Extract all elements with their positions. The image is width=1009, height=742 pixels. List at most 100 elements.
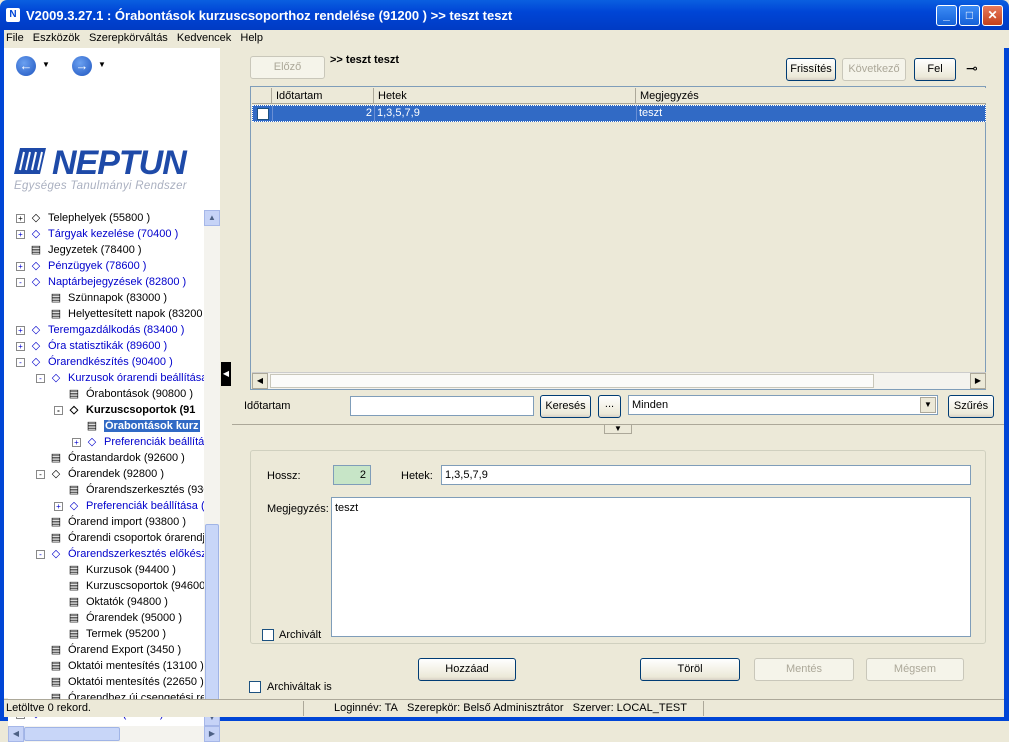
- close-button[interactable]: ✕: [982, 5, 1003, 26]
- tree-horizontal-scrollbar[interactable]: ◀ ▶: [8, 726, 220, 742]
- refresh-button[interactable]: Frissítés: [786, 58, 836, 81]
- forward-dropdown-icon[interactable]: ▼: [98, 60, 106, 69]
- filter-input[interactable]: [350, 396, 534, 416]
- menu-file[interactable]: File: [4, 30, 28, 44]
- tree-item[interactable]: ▤ Kurzusok (94400 ): [54, 562, 176, 578]
- column-header-select[interactable]: [252, 88, 272, 104]
- collapse-left-icon[interactable]: ◀: [221, 362, 231, 386]
- tree-item[interactable]: + ◇ Preferenciák beállítása (: [54, 498, 204, 514]
- add-button[interactable]: Hozzáad: [418, 658, 516, 681]
- collapse-icon[interactable]: -: [54, 405, 63, 415]
- tree-item[interactable]: + ◇ Telephelyek (55800 ): [16, 210, 150, 226]
- menu-kedvencek[interactable]: Kedvencek: [175, 30, 235, 44]
- menu-help[interactable]: Help: [238, 30, 267, 44]
- tree-item[interactable]: ▤ Órarend import (93800 ): [36, 514, 186, 530]
- expand-icon[interactable]: +: [16, 261, 25, 271]
- up-button[interactable]: Fel: [914, 58, 956, 81]
- collapse-icon[interactable]: -: [16, 277, 25, 287]
- maximize-button[interactable]: □: [959, 5, 980, 26]
- tree-item[interactable]: ▤ Órarendi csoportok órarendje: [36, 530, 204, 546]
- tree-item[interactable]: + ◇ Preferenciák beállítá: [72, 434, 204, 450]
- column-header-hetek[interactable]: Hetek: [374, 88, 636, 104]
- tree-item[interactable]: + ◇ Pénzügyek (78600 ): [16, 258, 146, 274]
- tree-item[interactable]: + ◇ Tárgyak kezelése (70400 ): [16, 226, 178, 242]
- archived-filter-checkbox[interactable]: [249, 681, 261, 693]
- scroll-thumb[interactable]: [270, 374, 874, 388]
- menu-szerepkorvaltas[interactable]: Szerepkörváltás: [87, 30, 172, 44]
- expand-icon[interactable]: +: [16, 213, 25, 223]
- back-arrow-icon[interactable]: ←: [16, 56, 36, 76]
- tree-item[interactable]: - ◇ Órarendkészítés (90400 ): [16, 354, 173, 370]
- scroll-left-icon[interactable]: ◀: [8, 726, 24, 742]
- collapse-icon[interactable]: -: [36, 373, 45, 383]
- minimize-button[interactable]: _: [936, 5, 957, 26]
- scroll-thumb[interactable]: [205, 524, 219, 712]
- menu-eszkozok[interactable]: Eszközök: [31, 30, 84, 44]
- next-button[interactable]: Következő: [842, 58, 906, 81]
- filter-combo[interactable]: Minden ▼: [628, 395, 938, 415]
- tree-item[interactable]: ▤ Jegyzetek (78400 ): [16, 242, 142, 258]
- forward-arrow-icon[interactable]: →: [72, 56, 92, 76]
- expand-icon[interactable]: +: [72, 437, 81, 447]
- tree-item[interactable]: - ◇ Órarendszerkesztés előkészí: [36, 546, 204, 562]
- collapse-icon[interactable]: -: [36, 549, 45, 559]
- scroll-left-icon[interactable]: ◀: [252, 373, 268, 389]
- tree-item[interactable]: + ◇ Óra statisztikák (89600 ): [16, 338, 167, 354]
- expand-icon[interactable]: +: [16, 325, 25, 335]
- prev-button[interactable]: Előző: [250, 56, 325, 79]
- tree-item[interactable]: ▤ Órarend Export (3450 ): [36, 642, 181, 658]
- tree-item[interactable]: ▤ Szünnapok (83000 ): [36, 290, 167, 306]
- title-bar[interactable]: N V2009.3.27.1 : Órabontások kurzuscsopo…: [0, 0, 1009, 30]
- table-row[interactable]: 2 1,3,5,7,9 teszt: [252, 105, 986, 122]
- tree-item[interactable]: ▤ Órarendszerkesztés (930: [54, 482, 204, 498]
- scroll-right-icon[interactable]: ▶: [204, 726, 220, 742]
- collapse-icon[interactable]: -: [16, 357, 25, 367]
- neptun-logo: NEPTUN Egységes Tanulmányi Rendszer: [12, 144, 217, 198]
- tree-item[interactable]: - ◇ Naptárbejegyzések (82800 ): [16, 274, 186, 290]
- cell-hetek[interactable]: 1,3,5,7,9: [375, 106, 637, 121]
- collapse-down-icon[interactable]: ▼: [604, 424, 632, 434]
- chevron-down-icon[interactable]: ▼: [920, 397, 936, 413]
- filter-button[interactable]: Szűrés: [948, 395, 994, 418]
- expand-icon[interactable]: +: [16, 341, 25, 351]
- row-select-cell[interactable]: [253, 106, 273, 121]
- expand-icon[interactable]: +: [54, 501, 63, 511]
- scroll-thumb[interactable]: [24, 727, 120, 741]
- tree-item[interactable]: + ◇ Teremgazdálkodás (83400 ): [16, 322, 184, 338]
- tree-item[interactable]: - ◇ Órarendek (92800 ): [36, 466, 164, 482]
- tree-item[interactable]: ▤ Órabontások kurz: [72, 418, 200, 434]
- tree-vertical-scrollbar[interactable]: ▲ ▼: [204, 210, 220, 726]
- delete-button[interactable]: Töröl: [640, 658, 740, 681]
- column-header-megjegyzes[interactable]: Megjegyzés: [636, 88, 986, 104]
- scroll-up-icon[interactable]: ▲: [204, 210, 220, 226]
- tree-item[interactable]: ▤ Helyettesített napok (83200: [36, 306, 203, 322]
- tree-item[interactable]: ▤ Órabontások (90800 ): [54, 386, 193, 402]
- tree-item[interactable]: - ◇ Kurzuscsoportok (91: [54, 402, 195, 418]
- tree-item[interactable]: ▤ Órarendek (95000 ): [54, 610, 182, 626]
- megjegyzes-field[interactable]: teszt: [331, 497, 971, 637]
- tree-item[interactable]: ▤ Kurzuscsoportok (94600: [54, 578, 204, 594]
- row-checkbox[interactable]: [257, 108, 269, 120]
- collapse-icon[interactable]: -: [36, 469, 45, 479]
- hossz-field[interactable]: 2: [333, 465, 371, 485]
- tree-item[interactable]: ▤ Órastandardok (92600 ): [36, 450, 185, 466]
- expand-icon[interactable]: +: [16, 229, 25, 239]
- pin-icon[interactable]: ⊸: [966, 60, 978, 77]
- grid-horizontal-scrollbar[interactable]: ◀ ▶: [252, 372, 986, 389]
- cell-megjegyzes[interactable]: teszt: [637, 106, 985, 121]
- column-header-idotartam[interactable]: Időtartam: [272, 88, 374, 104]
- tree-item[interactable]: ▤ Oktatói mentesítés (13100 ): [36, 658, 204, 674]
- back-dropdown-icon[interactable]: ▼: [42, 60, 50, 69]
- archivalt-checkbox[interactable]: [262, 629, 274, 641]
- hetek-field[interactable]: 1,3,5,7,9: [441, 465, 971, 485]
- tree-item[interactable]: ▤ Termek (95200 ): [54, 626, 166, 642]
- cell-idotartam[interactable]: 2: [273, 106, 375, 121]
- tree-item[interactable]: ▤ Oktatók (94800 ): [54, 594, 168, 610]
- save-button[interactable]: Mentés: [754, 658, 854, 681]
- cancel-button[interactable]: Mégsem: [866, 658, 964, 681]
- ellipsis-button[interactable]: ...: [598, 395, 621, 418]
- tree-item[interactable]: - ◇ Kurzusok órarendi beállítása: [36, 370, 204, 386]
- tree-item[interactable]: ▤ Oktatói mentesítés (22650 ): [36, 674, 204, 690]
- search-button[interactable]: Keresés: [540, 395, 591, 418]
- scroll-right-icon[interactable]: ▶: [970, 373, 986, 389]
